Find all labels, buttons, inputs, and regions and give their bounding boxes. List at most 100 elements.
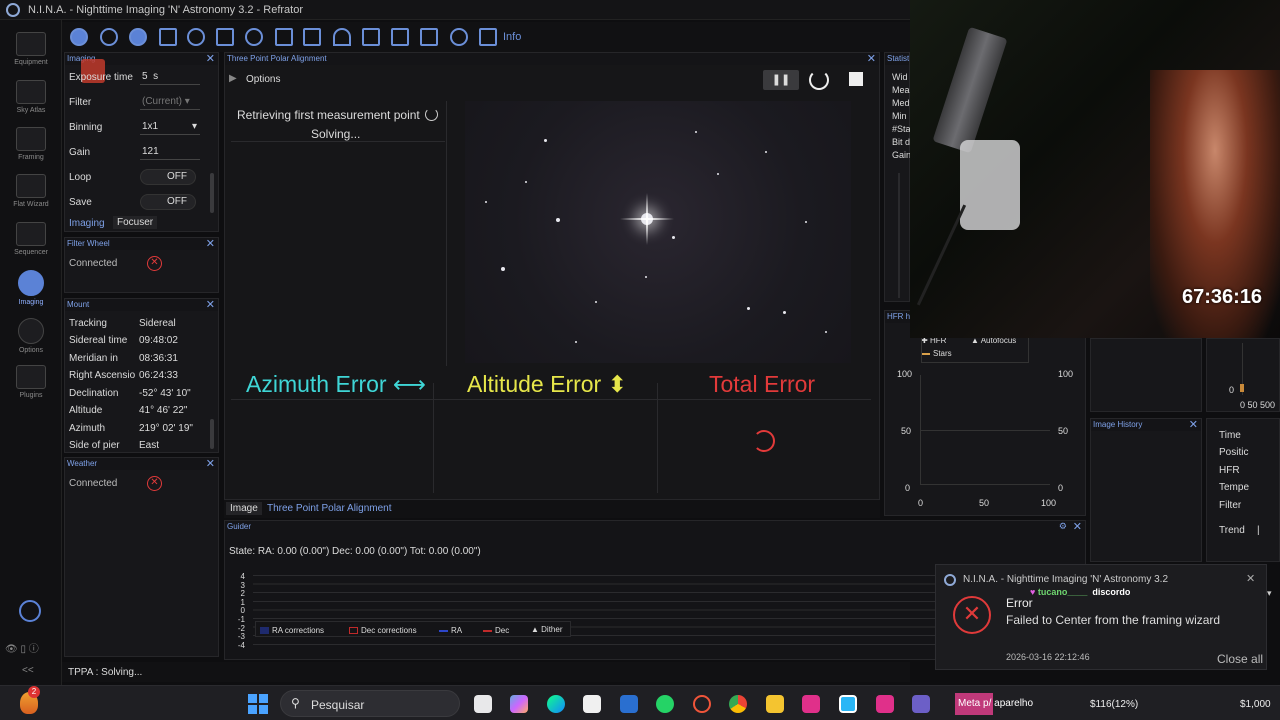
info-tab[interactable]: Info [503, 31, 521, 43]
copilot-icon[interactable] [510, 695, 528, 713]
divider [231, 141, 445, 142]
legend-dither: ▲ Dither [531, 625, 563, 634]
image-history-panel: Image History ✕ [1090, 418, 1202, 562]
close-icon[interactable]: ✕ [206, 299, 215, 311]
close-icon[interactable]: ✕ [206, 458, 215, 470]
telescope-tube [932, 26, 1008, 154]
close-icon[interactable]: ✕ [206, 53, 215, 65]
close-icon[interactable]: ✕ [1246, 572, 1255, 585]
status-bar: TPPA : Solving... [62, 662, 910, 682]
bar-chart-icon[interactable] [391, 28, 409, 46]
whatsapp-icon[interactable] [656, 695, 674, 713]
loop-toggle[interactable]: OFF [140, 169, 196, 185]
telescope-icon[interactable] [216, 28, 234, 46]
bulb-icon[interactable] [450, 28, 468, 46]
task-view-icon[interactable] [474, 695, 492, 713]
options-toggle[interactable]: Options [246, 74, 280, 85]
divider [231, 399, 871, 400]
image-info-panel: Time Positic HFR Tempe Filter Trend | [1206, 418, 1280, 562]
close-all-button[interactable]: Close all [1217, 652, 1263, 666]
edge-icon[interactable] [547, 695, 565, 713]
legend-ra: RA [439, 626, 462, 635]
legend-ra-corrections: RA corrections [260, 626, 324, 635]
rotator-icon[interactable] [187, 28, 205, 46]
statistics-panel: Statistics WidMeaMedMin#StaBit dGain [884, 52, 912, 302]
scrollbar[interactable] [210, 173, 214, 213]
store-icon[interactable] [583, 695, 601, 713]
sidebar-item-plugins[interactable]: Plugins [0, 365, 62, 399]
house-icon[interactable] [362, 28, 380, 46]
gain-input[interactable]: 121 [140, 144, 200, 160]
sidebar-item-sequencer[interactable]: Sequencer [0, 222, 62, 256]
star [595, 301, 597, 303]
sidebar-item-flat-wizard[interactable]: Flat Wizard [0, 174, 62, 208]
scrollbar[interactable] [210, 419, 214, 449]
stream-goal-target: $1,000 [1240, 699, 1271, 710]
star [645, 276, 647, 278]
tab-focuser[interactable]: Focuser [113, 216, 158, 229]
sky-atlas-icon [16, 80, 46, 104]
panel-title: Weather [65, 458, 218, 470]
settings-icon[interactable]: ⚙ [1059, 521, 1067, 532]
pause-button[interactable]: ❚❚ [763, 70, 799, 90]
app-icon[interactable] [620, 695, 638, 713]
tab-image[interactable]: Image [226, 502, 262, 515]
empty-panel [1090, 338, 1202, 412]
app-icon[interactable] [839, 695, 857, 713]
close-icon[interactable]: ✕ [1189, 419, 1198, 431]
filter-select[interactable]: (Current) ▾ [140, 94, 200, 110]
gear-icon [18, 318, 44, 344]
windows-start-icon[interactable] [248, 694, 268, 714]
collapse-button[interactable]: << [22, 665, 34, 676]
sidebar-item-options[interactable]: Options [0, 318, 62, 354]
app-icon[interactable] [876, 695, 894, 713]
sidebar-item-sky-atlas[interactable]: Sky Atlas [0, 80, 62, 114]
stop-button[interactable] [849, 72, 863, 86]
statistics-labels: Wid Mea Med Min #Sta Bit d Gain [892, 72, 912, 160]
sidebar-item-imaging[interactable]: Imaging [0, 270, 62, 306]
wave-icon[interactable] [420, 28, 438, 46]
guider-icon[interactable] [245, 28, 263, 46]
hfr-history-panel: HFR h ✚ HFR ▲ Autofocus Stars 100 50 0 1… [884, 310, 1086, 516]
close-icon[interactable]: ✕ [1073, 521, 1082, 533]
sidebar-item-framing[interactable]: Framing [0, 127, 62, 161]
save-toggle[interactable]: OFF [140, 194, 196, 210]
equipment-icon [16, 32, 46, 56]
power-icon[interactable] [19, 600, 41, 622]
toast-timestamp: 2026-03-16 22:12:46 [1006, 652, 1090, 662]
error-toast: N.I.N.A. - Nighttime Imaging 'N' Astrono… [935, 564, 1267, 670]
close-icon[interactable]: ✕ [867, 53, 876, 65]
star [695, 131, 697, 133]
camera-icon[interactable] [70, 28, 88, 46]
sequence-list-icon[interactable] [275, 28, 293, 46]
folder-icon[interactable] [766, 695, 784, 713]
sliders-icon[interactable] [303, 28, 321, 46]
tab-tppa[interactable]: Three Point Polar Alignment [267, 503, 392, 514]
sidebar-item-equipment[interactable]: Equipment [0, 32, 62, 66]
filter-wheel-panel: Filter Wheel ✕ Connected ✕ [64, 237, 219, 293]
exposure-input[interactable]: 5 s [140, 69, 200, 85]
stream-timer: 67:36:16 [1182, 286, 1263, 308]
opera-icon[interactable] [693, 695, 711, 713]
expand-icon[interactable]: ▶ [229, 73, 237, 84]
disconnected-icon: ✕ [147, 256, 162, 271]
search-input[interactable]: ⚲ Pesquisar [280, 690, 460, 717]
binning-select[interactable]: 1x1 ▾ [140, 119, 200, 135]
panel-title: Image History [1091, 419, 1201, 431]
puzzle-icon [16, 365, 46, 389]
shield-icon[interactable] [479, 28, 497, 46]
app-icon[interactable] [912, 695, 930, 713]
frame-icon[interactable] [159, 28, 177, 46]
stream-goal-overlay: Meta p/ aparelho [955, 693, 1033, 715]
chevron-down-icon[interactable]: ▾ [1267, 588, 1272, 599]
tab-imaging[interactable]: Imaging [69, 218, 105, 229]
weather-panel: Weather ✕ Connected ✕ [64, 457, 219, 657]
dome-icon[interactable] [333, 28, 351, 46]
filter-wheel-icon[interactable] [100, 28, 118, 46]
imaging-icon [18, 270, 44, 296]
refresh-icon[interactable] [809, 70, 829, 90]
chrome-icon[interactable] [729, 695, 747, 713]
focuser-icon[interactable] [129, 28, 147, 46]
close-icon[interactable]: ✕ [206, 238, 215, 250]
app-icon[interactable] [802, 695, 820, 713]
